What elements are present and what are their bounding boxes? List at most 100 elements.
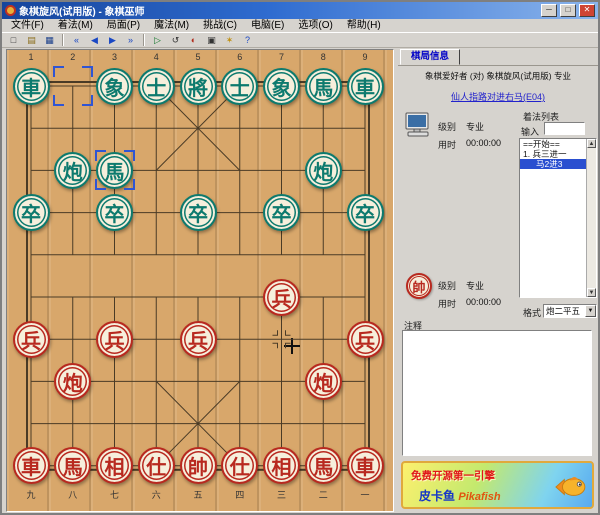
menu-file[interactable]: 文件(F): [4, 19, 51, 33]
menu-moves[interactable]: 着法(M): [51, 19, 100, 33]
column-label-top: 4: [153, 52, 159, 62]
scroll-down-icon[interactable]: ▼: [587, 288, 596, 297]
black-level-label: 级别: [438, 122, 457, 132]
format-value: 炮二平五: [546, 306, 581, 316]
board-piece[interactable]: 卒: [346, 194, 384, 232]
board-piece[interactable]: 象: [263, 67, 300, 105]
move-item[interactable]: ==开始==: [520, 139, 596, 149]
banner-name-cn: 皮卡鱼: [419, 489, 456, 503]
toolbar: □ ▤ ▦ «◀ ▶» ▷ ↺ ◐ ▣ ✶?: [2, 33, 598, 48]
column-label-top: 6: [237, 52, 243, 62]
column-label-top: 2: [70, 52, 76, 62]
menu-options[interactable]: 选项(O): [291, 19, 339, 33]
opening-link[interactable]: 仙人指路对进右马(E04): [398, 90, 598, 103]
scroll-up-icon[interactable]: ▲: [587, 139, 596, 148]
save-button[interactable]: ▦: [41, 33, 58, 47]
column-label-bottom: 五: [193, 490, 203, 500]
column-label-bottom: 二: [318, 490, 328, 500]
column-label-bottom: 六: [151, 490, 161, 500]
swap-sides-button[interactable]: ◐: [185, 33, 202, 47]
match-title: 象棋爱好者 (对) 象棋旋风(试用版) 专业: [425, 71, 571, 81]
board-piece[interactable]: 將: [179, 67, 217, 105]
menu-challenge[interactable]: 挑战(C): [196, 19, 244, 33]
banner-name-en: Pikafish: [458, 491, 501, 503]
board-piece[interactable]: 卒: [179, 194, 217, 232]
menu-computer[interactable]: 电脑(E): [244, 19, 291, 33]
move-list[interactable]: ==开始== 1. 兵三进一 马2进3 ▲ ▼: [519, 138, 597, 298]
move-item[interactable]: 1. 兵三进一: [520, 149, 596, 159]
board-piece[interactable]: 車: [346, 67, 384, 105]
chevron-down-icon[interactable]: ▼: [585, 305, 596, 317]
menu-magic[interactable]: 魔法(M): [147, 19, 196, 33]
format-dropdown[interactable]: 炮二平五 ▼: [543, 304, 597, 318]
next-move-button[interactable]: ▶: [104, 33, 121, 47]
board-panel[interactable]: 123456789九八七六五四三二一車象士將士象馬車炮馬炮卒卒卒卒卒兵兵兵兵兵炮…: [6, 49, 394, 512]
computer-icon: [404, 112, 432, 143]
format-label: 格式: [523, 308, 542, 318]
board-piece[interactable]: 象: [96, 67, 133, 105]
new-button[interactable]: □: [5, 33, 22, 47]
board-piece[interactable]: 兵: [346, 320, 384, 358]
main-content: 123456789九八七六五四三二一車象士將士象馬車炮馬炮卒卒卒卒卒兵兵兵兵兵炮…: [2, 48, 598, 513]
menu-help[interactable]: 帮助(H): [340, 19, 388, 33]
black-level-value: 专业: [466, 122, 485, 132]
tab-divider: [398, 65, 598, 66]
board-piece[interactable]: 卒: [263, 194, 300, 232]
computer-play-button[interactable]: ▣: [203, 33, 220, 47]
board-piece[interactable]: 炮: [304, 362, 342, 400]
board-piece[interactable]: 仕: [137, 447, 175, 485]
board-piece[interactable]: 馬: [304, 67, 342, 105]
board-piece[interactable]: 卒: [12, 194, 50, 232]
column-label-bottom: 七: [109, 490, 119, 500]
board-piece[interactable]: 帥: [179, 447, 217, 485]
title-bar: 象棋旋风(试用版) - 象棋巫师 ─ □ ✕: [2, 2, 598, 19]
column-label-top: 7: [278, 52, 284, 62]
column-label-top: 1: [28, 52, 34, 62]
board-piece[interactable]: 炮: [304, 151, 342, 189]
toolbar-separator: [143, 34, 145, 46]
first-move-button[interactable]: «: [68, 33, 85, 47]
tab-game-info[interactable]: 棋局信息: [400, 49, 460, 65]
board-piece[interactable]: 兵: [12, 320, 50, 358]
minimize-button[interactable]: ─: [541, 4, 557, 17]
board-piece[interactable]: 車: [346, 447, 384, 485]
column-label-bottom: 八: [68, 490, 78, 500]
board-piece[interactable]: 馬: [96, 151, 133, 189]
column-label-bottom: 一: [360, 490, 370, 500]
board-piece[interactable]: 炮: [54, 151, 92, 189]
move-item[interactable]: 马2进3: [520, 159, 596, 169]
move-input[interactable]: [544, 122, 585, 135]
prev-move-button[interactable]: ◀: [86, 33, 103, 47]
demo-button[interactable]: ▷: [149, 33, 166, 47]
red-level-label: 级别: [438, 281, 457, 291]
board-piece[interactable]: 馬: [304, 447, 342, 485]
board-piece[interactable]: 士: [137, 67, 175, 105]
board-piece[interactable]: 車: [12, 67, 50, 105]
notes-area[interactable]: [402, 330, 592, 456]
column-label-top: 5: [195, 52, 201, 62]
last-move-button[interactable]: »: [122, 33, 139, 47]
board-piece[interactable]: 士: [221, 67, 259, 105]
board-piece[interactable]: 車: [12, 447, 50, 485]
window-title: 象棋旋风(试用版) - 象棋巫师: [19, 7, 145, 18]
red-time-label: 用时: [438, 299, 457, 309]
board-piece[interactable]: 兵: [96, 320, 133, 358]
column-label-bottom: 四: [235, 490, 245, 500]
side-panel: 棋局信息 象棋爱好者 (对) 象棋旋风(试用版) 专业 仙人指路对进右马(E04…: [398, 48, 598, 513]
app-icon: [5, 5, 16, 16]
board-piece[interactable]: 炮: [54, 362, 92, 400]
red-time-value: 00:00:00: [466, 297, 502, 307]
move-list-scrollbar[interactable]: ▲ ▼: [586, 139, 596, 297]
board-piece[interactable]: 兵: [263, 278, 300, 316]
red-level-value: 专业: [466, 281, 485, 291]
engine-banner[interactable]: 免费开源第一引擎 皮卡鱼 Pikafish: [401, 461, 594, 509]
hint-button[interactable]: ✶: [221, 33, 238, 47]
help-button[interactable]: ?: [239, 33, 256, 47]
menu-position[interactable]: 局面(P): [100, 19, 147, 33]
close-button[interactable]: ✕: [579, 4, 595, 17]
maximize-button[interactable]: □: [560, 4, 576, 17]
flip-board-button[interactable]: ↺: [167, 33, 184, 47]
open-button[interactable]: ▤: [23, 33, 40, 47]
board-piece[interactable]: 兵: [179, 320, 217, 358]
board-piece[interactable]: 卒: [96, 194, 133, 232]
